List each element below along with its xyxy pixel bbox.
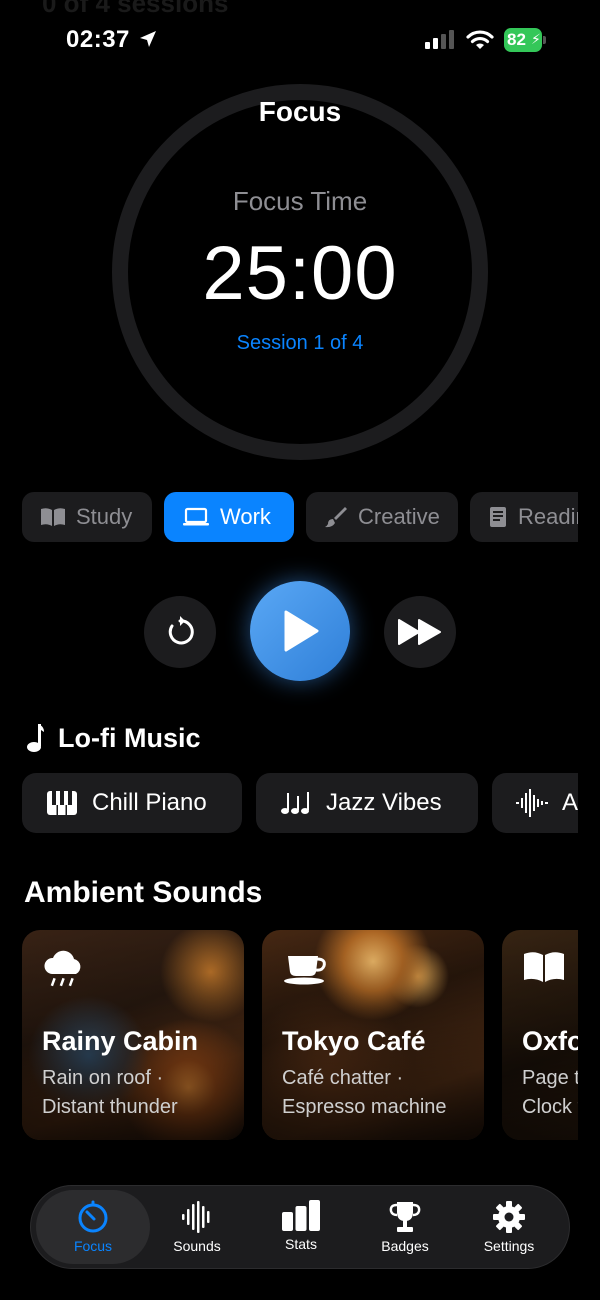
open-book-icon bbox=[524, 952, 564, 982]
ambient-card-tokyo-cafe[interactable]: Tokyo Café Café chatter · Espresso machi… bbox=[262, 930, 484, 1140]
card-subtitle: Page turns · Clock ticking bbox=[522, 1067, 578, 1118]
mode-chip-creative[interactable]: Creative bbox=[306, 492, 458, 542]
play-icon bbox=[284, 610, 319, 652]
timer-icon bbox=[78, 1200, 108, 1233]
ambient-section-title: Ambient Sounds bbox=[24, 876, 263, 909]
tab-badges[interactable]: Badges bbox=[353, 1190, 457, 1264]
waveform-icon bbox=[516, 789, 548, 817]
music-notes-icon bbox=[281, 792, 309, 814]
session-counter: Session 1 of 4 bbox=[236, 332, 364, 354]
tab-bar: Focus Sounds Stats Badges Settings bbox=[30, 1185, 570, 1269]
play-button[interactable] bbox=[250, 581, 350, 681]
tab-stats[interactable]: Stats bbox=[249, 1190, 353, 1264]
tab-label: Stats bbox=[285, 1236, 317, 1252]
lofi-label: Chill Piano bbox=[92, 789, 207, 816]
timer-label: Focus Time bbox=[232, 186, 368, 216]
lofi-list: Chill Piano Jazz Vibes Ambient bbox=[22, 773, 578, 835]
mode-label: Reading bbox=[518, 504, 578, 529]
lofi-label: Ambient bbox=[562, 789, 578, 816]
tab-label: Focus bbox=[73, 1238, 113, 1254]
ambient-card-rainy-cabin[interactable]: Rainy Cabin Rain on roof · Distant thund… bbox=[22, 930, 244, 1140]
status-bar: 02:37 82 ⚡ bbox=[0, 0, 600, 80]
piano-keys-icon bbox=[47, 791, 77, 815]
music-note-icon bbox=[27, 724, 44, 752]
tab-sounds[interactable]: Sounds bbox=[145, 1190, 249, 1264]
tab-label: Sounds bbox=[173, 1238, 221, 1254]
tab-label: Badges bbox=[381, 1238, 429, 1254]
lofi-chip-jazz-vibes[interactable]: Jazz Vibes bbox=[256, 773, 478, 833]
card-subtitle: Café chatter · Espresso machine bbox=[282, 1067, 447, 1118]
card-title: Rainy Cabin bbox=[42, 1026, 199, 1056]
card-subtitle: Rain on roof · Distant thunder bbox=[42, 1067, 178, 1118]
card-title: Oxford Library bbox=[522, 1026, 578, 1056]
book-open-icon bbox=[41, 508, 65, 526]
book-icon bbox=[490, 507, 506, 527]
tab-focus[interactable]: Focus bbox=[36, 1190, 150, 1264]
mode-label: Creative bbox=[358, 504, 440, 529]
mode-chip-reading[interactable]: Reading bbox=[470, 492, 578, 542]
status-time: 02:37 bbox=[66, 26, 130, 53]
laptop-icon bbox=[183, 507, 209, 526]
reset-button[interactable] bbox=[144, 596, 216, 668]
ambient-list: Rainy Cabin Rain on roof · Distant thund… bbox=[22, 930, 578, 1140]
mode-label: Study bbox=[76, 504, 133, 529]
battery-level: 82 bbox=[507, 30, 526, 49]
cloud-rain-icon bbox=[44, 950, 81, 987]
lofi-label: Jazz Vibes bbox=[326, 789, 442, 816]
lofi-chip-ambient[interactable]: Ambient bbox=[492, 773, 578, 833]
trophy-icon bbox=[389, 1202, 421, 1232]
bar-chart-icon bbox=[282, 1200, 320, 1231]
lofi-section-header: Lo-fi Music bbox=[24, 722, 201, 754]
fast-forward-icon bbox=[398, 619, 441, 645]
lofi-section-title: Lo-fi Music bbox=[58, 722, 201, 753]
mode-chip-work[interactable]: Work bbox=[164, 492, 294, 542]
ambient-card-oxford-library[interactable]: Oxford Library Page turns · Clock tickin… bbox=[502, 930, 578, 1140]
coffee-cup-icon bbox=[284, 956, 326, 985]
paintbrush-icon bbox=[325, 507, 347, 528]
gear-icon bbox=[493, 1201, 525, 1233]
mode-selector: Study Work Creative Reading bbox=[22, 492, 578, 542]
lofi-chip-chill-piano[interactable]: Chill Piano bbox=[22, 773, 242, 833]
tab-settings[interactable]: Settings bbox=[457, 1190, 561, 1264]
location-arrow-icon bbox=[140, 31, 156, 47]
page-title: Focus bbox=[258, 96, 342, 127]
cellular-signal-icon bbox=[425, 30, 454, 49]
skip-button[interactable] bbox=[384, 596, 456, 668]
battery-charging-icon: 82 ⚡ bbox=[504, 28, 546, 52]
mode-label: Work bbox=[220, 504, 271, 529]
waveform-icon bbox=[182, 1201, 210, 1233]
mode-chip-study[interactable]: Study bbox=[22, 492, 152, 542]
timer-display: 25:00 bbox=[202, 231, 398, 316]
reset-icon bbox=[168, 616, 194, 645]
card-title: Tokyo Café bbox=[282, 1026, 426, 1056]
wifi-icon bbox=[466, 30, 494, 49]
tab-label: Settings bbox=[483, 1238, 535, 1254]
